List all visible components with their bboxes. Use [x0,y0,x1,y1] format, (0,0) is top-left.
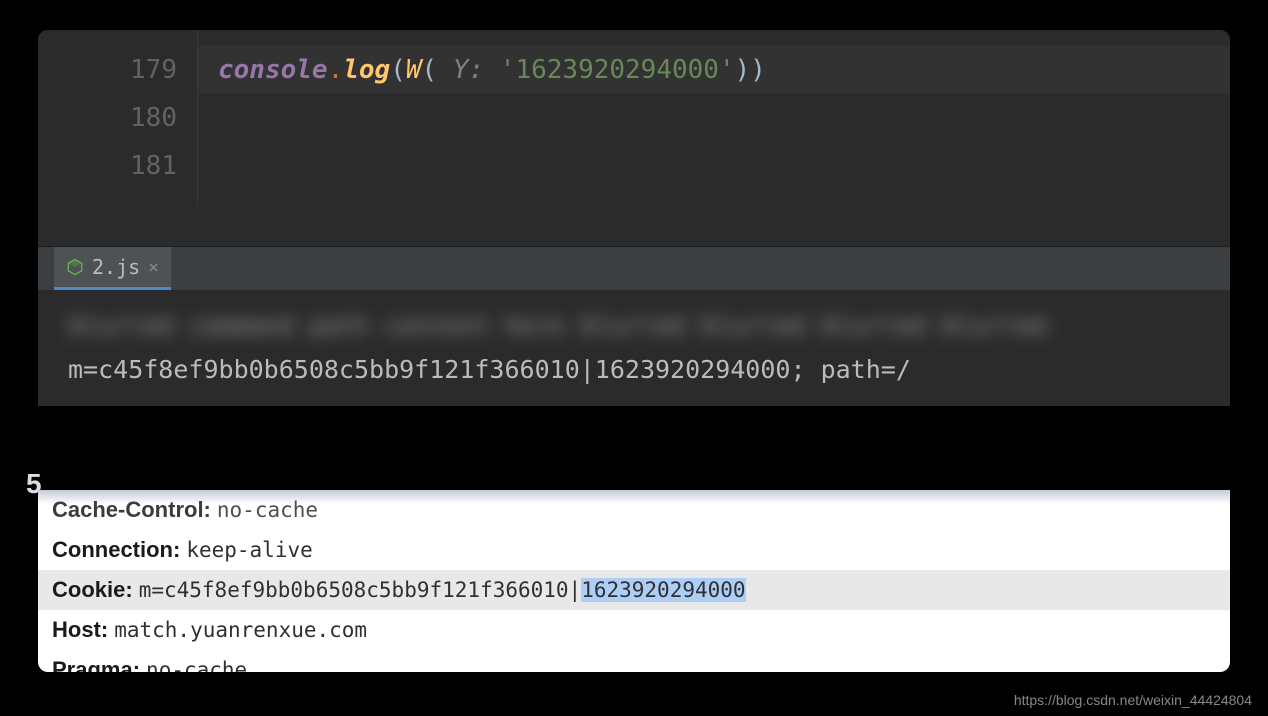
header-name: Cookie: [52,577,133,603]
token-function: W [406,55,422,85]
header-row-connection[interactable]: Connection: keep-alive [38,530,1230,570]
token-paren: ) [750,55,766,85]
tab-bar: 2.js × [38,246,1230,290]
token-paren: ( [390,55,406,85]
header-value: m=c45f8ef9bb0b6508c5bb9f121f366010|16239… [139,578,746,602]
code-area: 179 180 181 console.log(W( Y: '162392029… [38,30,1230,206]
terminal-output[interactable]: m=c45f8ef9bb0b6508c5bb9f121f366010|16239… [68,348,1200,392]
header-value: keep-alive [186,538,312,562]
header-value: no-cache [146,658,247,672]
header-name: Connection: [52,537,180,563]
token-object: console [218,55,328,85]
header-value: match.yuanrenxue.com [114,618,367,642]
code-line-179[interactable]: console.log(W( Y: '1623920294000')) [198,46,1230,94]
line-number: 179 [54,46,177,94]
close-icon[interactable]: × [148,257,159,278]
line-gutter: 179 180 181 [38,30,198,206]
token-dot: . [328,55,344,85]
terminal-blurred-line: blurred command path content here blurre… [68,304,1200,348]
tab-filename: 2.js [92,255,140,279]
token-paren: ) [735,55,751,85]
tab-file[interactable]: 2.js × [54,247,171,290]
header-row-cache-control[interactable]: Cache-Control: no-cache [38,490,1230,530]
header-row-pragma[interactable]: Pragma: no-cache [38,650,1230,672]
watermark-text: https://blog.csdn.net/weixin_44424804 [1014,692,1252,708]
code-content[interactable]: console.log(W( Y: '1623920294000')) [198,30,1230,206]
nodejs-icon [66,258,84,276]
line-number: 180 [54,94,177,142]
header-row-cookie[interactable]: Cookie: m=c45f8ef9bb0b6508c5bb9f121f3660… [38,570,1230,610]
terminal-panel[interactable]: blurred command path content here blurre… [38,290,1230,406]
token-paren: ( [422,55,438,85]
http-headers-panel: Cache-Control: no-cache Connection: keep… [38,490,1230,672]
code-line-180[interactable] [218,94,1210,142]
header-name: Cache-Control: [52,497,211,523]
cookie-selected-timestamp[interactable]: 1623920294000 [581,578,745,602]
header-name: Pragma: [52,657,140,672]
cookie-prefix: m=c45f8ef9bb0b6508c5bb9f121f366010| [139,578,582,602]
header-row-host[interactable]: Host: match.yuanrenxue.com [38,610,1230,650]
token-method: log [343,55,390,85]
token-param-hint: Y: [437,55,500,85]
token-string: '1623920294000' [500,55,735,85]
editor-spacer [38,206,1230,246]
code-line-181[interactable] [218,142,1210,190]
editor-container: 179 180 181 console.log(W( Y: '162392029… [38,30,1230,406]
header-name: Host: [52,617,108,643]
header-value: no-cache [217,498,318,522]
line-number: 181 [54,142,177,190]
